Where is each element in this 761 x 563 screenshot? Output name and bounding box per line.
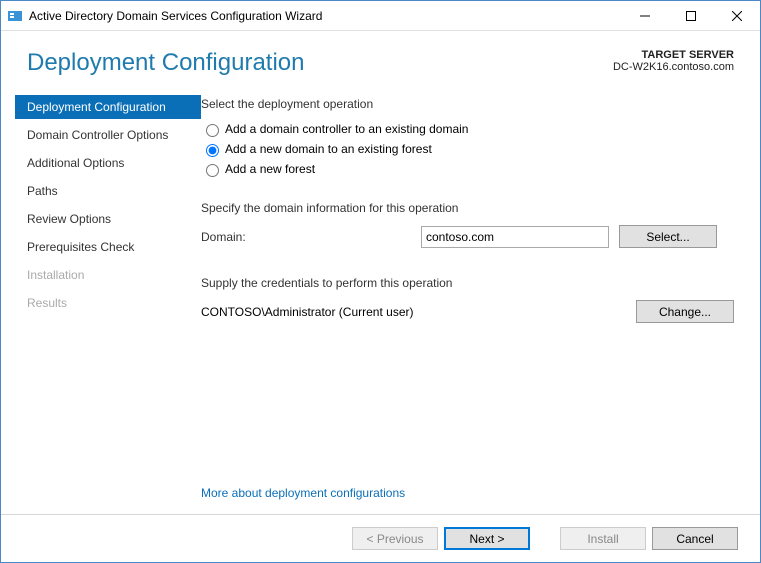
- radio-label: Add a new forest: [225, 162, 315, 176]
- credentials-row: CONTOSO\Administrator (Current user) Cha…: [201, 300, 734, 323]
- sidebar-step-installation: Installation: [15, 263, 201, 287]
- select-button[interactable]: Select...: [619, 225, 717, 248]
- previous-button: < Previous: [352, 527, 438, 550]
- sidebar-step-prerequisites-check[interactable]: Prerequisites Check: [15, 235, 201, 259]
- sidebar-step-additional-options[interactable]: Additional Options: [15, 151, 201, 175]
- operation-label: Select the deployment operation: [201, 97, 734, 111]
- domain-label: Domain:: [201, 230, 421, 244]
- domain-field-row: Domain: Select...: [201, 225, 734, 248]
- target-label: TARGET SERVER: [642, 49, 735, 61]
- close-button[interactable]: [714, 1, 760, 31]
- titlebar: Active Directory Domain Services Configu…: [1, 1, 760, 31]
- radio-add-domain-existing-forest[interactable]: Add a new domain to an existing forest: [201, 141, 734, 157]
- change-button[interactable]: Change...: [636, 300, 734, 323]
- domain-input[interactable]: [421, 226, 609, 248]
- window-title: Active Directory Domain Services Configu…: [29, 9, 622, 23]
- wizard-window: Active Directory Domain Services Configu…: [0, 0, 761, 563]
- footer: < Previous Next > Install Cancel: [1, 514, 760, 562]
- radio-input-add-domain[interactable]: [206, 144, 219, 157]
- sidebar-step-review-options[interactable]: Review Options: [15, 207, 201, 231]
- cancel-button[interactable]: Cancel: [652, 527, 738, 550]
- sidebar: Deployment Configuration Domain Controll…: [1, 91, 201, 514]
- target-server-info: TARGET SERVER DC-W2K16.contoso.com: [613, 49, 734, 73]
- next-button[interactable]: Next >: [444, 527, 530, 550]
- app-icon: [7, 8, 23, 24]
- target-value: DC-W2K16.contoso.com: [613, 61, 734, 73]
- body: Deployment Configuration Domain Controll…: [1, 83, 760, 514]
- radio-add-new-forest[interactable]: Add a new forest: [201, 161, 734, 177]
- radio-add-dc-existing-domain[interactable]: Add a domain controller to an existing d…: [201, 121, 734, 137]
- content: Select the deployment operation Add a do…: [201, 91, 734, 514]
- install-button: Install: [560, 527, 646, 550]
- sidebar-step-results: Results: [15, 291, 201, 315]
- sidebar-step-domain-controller-options[interactable]: Domain Controller Options: [15, 123, 201, 147]
- credentials-value: CONTOSO\Administrator (Current user): [201, 305, 414, 319]
- credentials-label: Supply the credentials to perform this o…: [201, 276, 734, 290]
- sidebar-step-deployment-configuration[interactable]: Deployment Configuration: [15, 95, 201, 119]
- more-link[interactable]: More about deployment configurations: [201, 486, 734, 514]
- header: Deployment Configuration TARGET SERVER D…: [1, 31, 760, 83]
- minimize-button[interactable]: [622, 1, 668, 31]
- domain-info-label: Specify the domain information for this …: [201, 201, 734, 215]
- radio-label: Add a domain controller to an existing d…: [225, 122, 468, 136]
- sidebar-step-paths[interactable]: Paths: [15, 179, 201, 203]
- page-heading: Deployment Configuration: [27, 49, 305, 77]
- maximize-button[interactable]: [668, 1, 714, 31]
- radio-input-add-dc[interactable]: [206, 124, 219, 137]
- radio-label: Add a new domain to an existing forest: [225, 142, 432, 156]
- radio-input-new-forest[interactable]: [206, 164, 219, 177]
